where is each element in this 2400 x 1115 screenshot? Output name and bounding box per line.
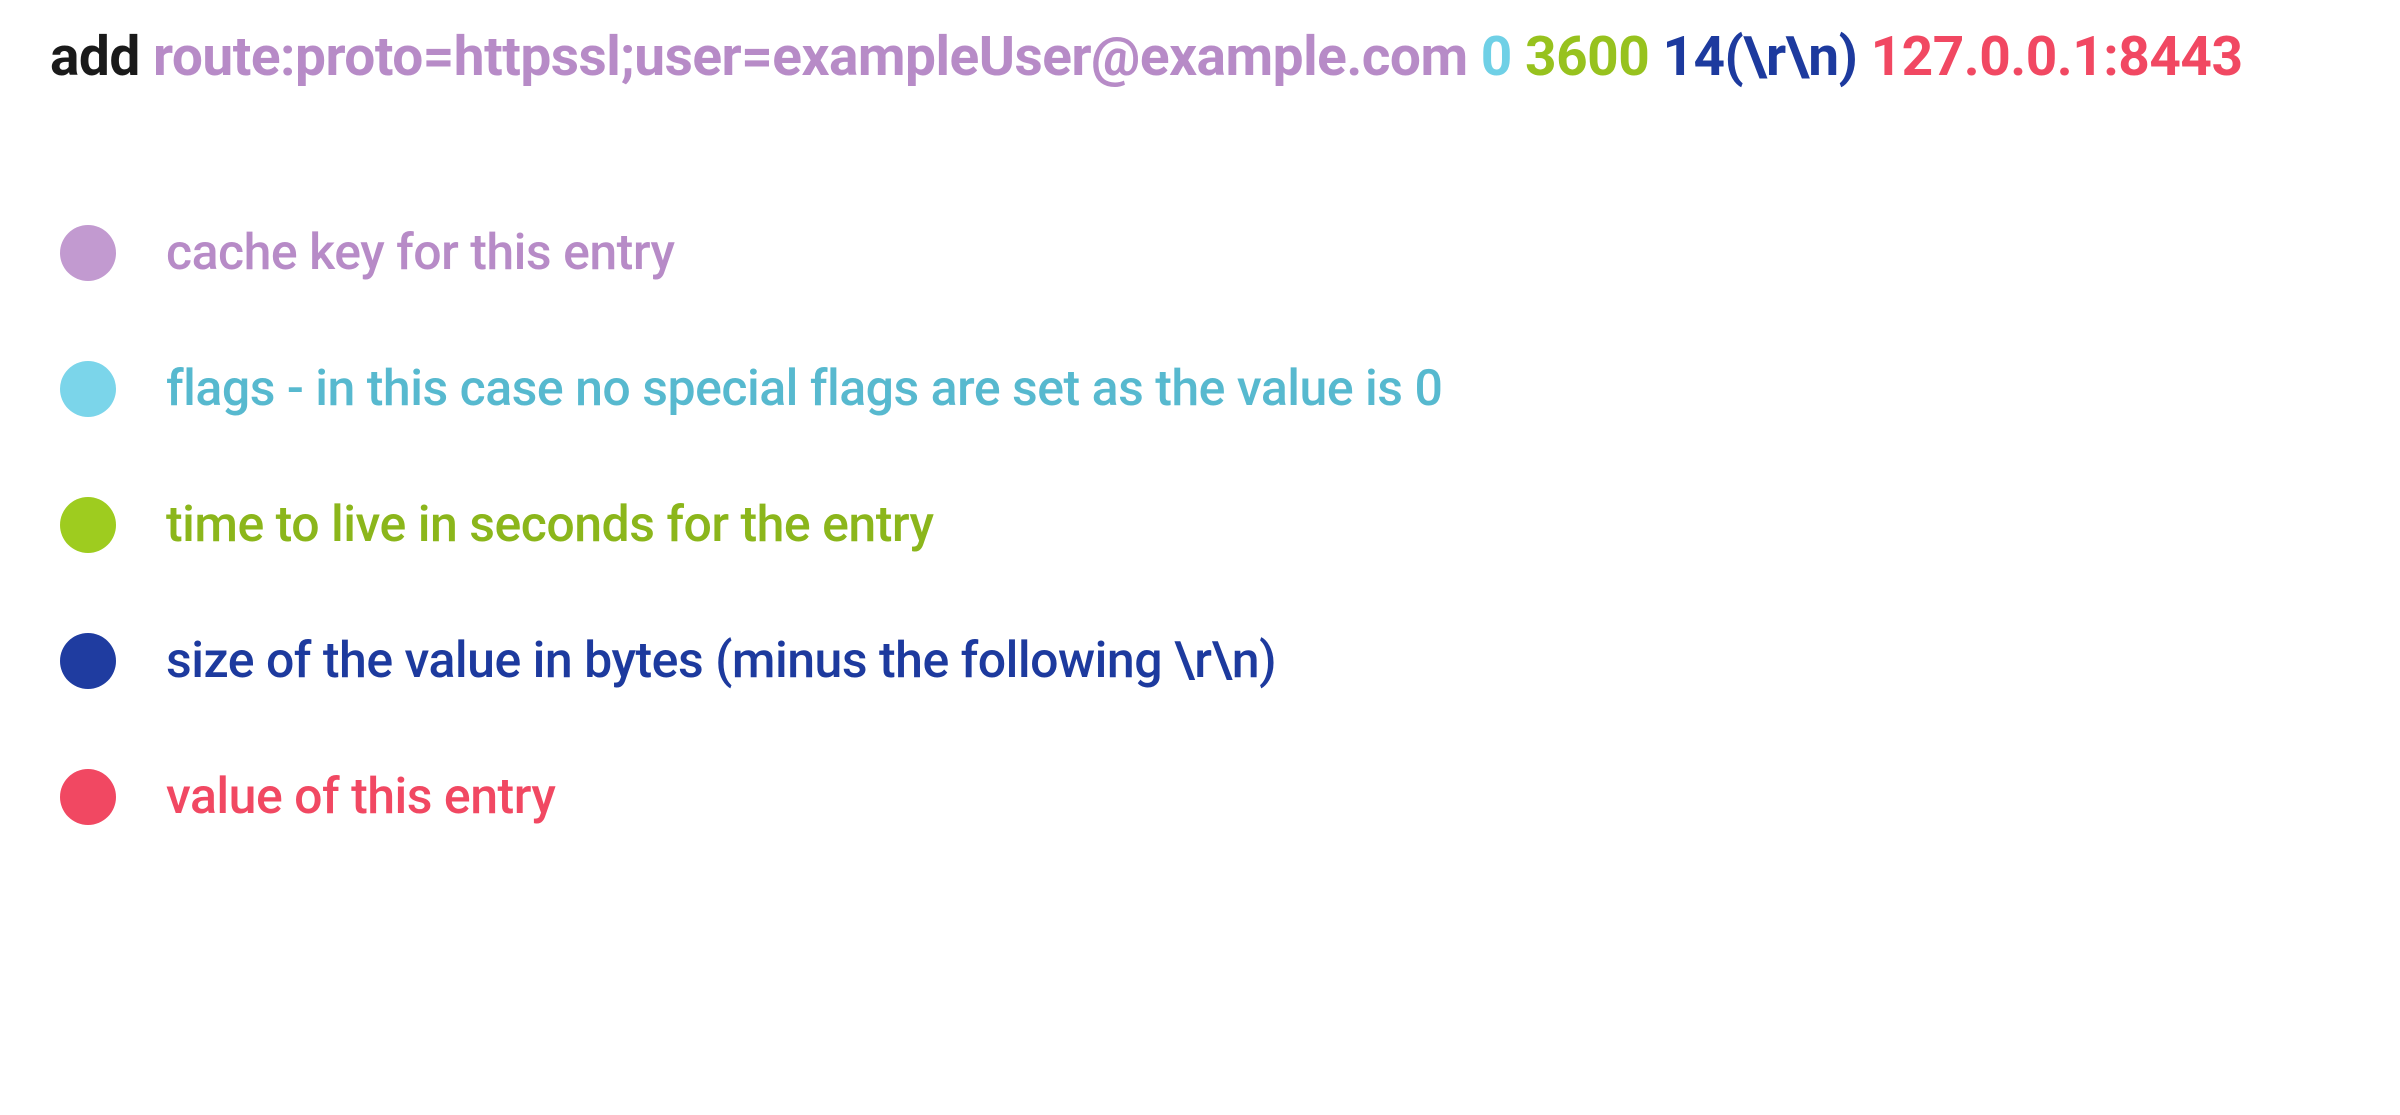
legend-item-key: cache key for this entry bbox=[60, 224, 2350, 282]
legend-text-key: cache key for this entry bbox=[166, 224, 674, 282]
bullet-icon bbox=[60, 497, 116, 553]
legend: cache key for this entry flags - in this… bbox=[50, 224, 2350, 826]
legend-item-size: size of the value in bytes (minus the fo… bbox=[60, 632, 2350, 690]
command-key: route:proto=httpssl;user=exampleUser@exa… bbox=[153, 25, 1468, 89]
command-flags: 0 bbox=[1481, 25, 1512, 89]
bullet-icon bbox=[60, 769, 116, 825]
legend-text-value: value of this entry bbox=[166, 768, 555, 826]
legend-text-flags: flags - in this case no special flags ar… bbox=[166, 360, 1442, 418]
bullet-icon bbox=[60, 225, 116, 281]
command-size: 14(\r\n) bbox=[1662, 25, 1857, 89]
command-action: add bbox=[50, 25, 140, 89]
command-ttl: 3600 bbox=[1525, 25, 1649, 89]
bullet-icon bbox=[60, 633, 116, 689]
legend-text-size: size of the value in bytes (minus the fo… bbox=[166, 632, 1276, 690]
bullet-icon bbox=[60, 361, 116, 417]
command-value: 127.0.0.1:8443 bbox=[1871, 25, 2243, 89]
command-line: add route:proto=httpssl;user=exampleUser… bbox=[50, 20, 2350, 94]
legend-item-flags: flags - in this case no special flags ar… bbox=[60, 360, 2350, 418]
legend-text-ttl: time to live in seconds for the entry bbox=[166, 496, 934, 554]
legend-item-ttl: time to live in seconds for the entry bbox=[60, 496, 2350, 554]
legend-item-value: value of this entry bbox=[60, 768, 2350, 826]
